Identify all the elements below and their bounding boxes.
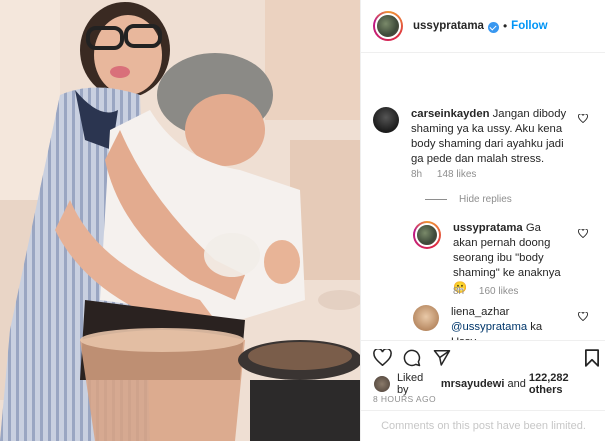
post-timestamp[interactable]: 8 HOURS AGO	[373, 394, 436, 404]
hide-replies-toggle[interactable]: Hide replies	[425, 194, 512, 205]
hide-replies-label: Hide replies	[459, 194, 512, 205]
follow-button[interactable]: Follow	[511, 20, 547, 32]
comment-item: carseinkayden Jangan dibody shaming ya k…	[373, 107, 573, 167]
reply-username[interactable]: ussypratama	[453, 222, 523, 234]
comment-meta: 8h 148 likes	[411, 169, 488, 180]
likes-count[interactable]: 122,282 others	[529, 372, 605, 396]
likes-middle: and	[507, 378, 526, 390]
commenter-avatar[interactable]	[373, 107, 399, 133]
reply-author-avatar[interactable]	[413, 221, 441, 249]
author-username[interactable]: ussypratama	[413, 20, 484, 32]
reply-item: ussypratama Ga akan pernah doong seorang…	[413, 221, 567, 296]
comment-text-block: carseinkayden Jangan dibody shaming ya k…	[411, 107, 573, 167]
reply-time: 8h	[453, 286, 465, 297]
commenter-username[interactable]: liena_azhar	[451, 306, 509, 318]
comment-text-block: liena_azhar @ussypratama ka Ussy	[451, 305, 569, 340]
post-sidebar: ussypratama • Follow carseinkayden Janga…	[360, 0, 605, 441]
instagram-post: ussypratama • Follow carseinkayden Janga…	[0, 0, 605, 441]
post-photo[interactable]	[0, 0, 360, 441]
author-avatar[interactable]	[373, 11, 403, 41]
comment-likes[interactable]: 148 likes	[437, 169, 476, 180]
comments-limited-notice: Comments on this post have been limited.	[361, 410, 605, 442]
share-paper-plane-icon[interactable]	[433, 349, 451, 366]
hide-replies-line	[425, 199, 447, 200]
verified-badge-icon	[487, 21, 499, 33]
like-reply-heart-icon[interactable]	[578, 229, 588, 238]
photo-illustration	[0, 0, 360, 441]
save-bookmark-icon[interactable]	[585, 349, 599, 367]
comment-item: liena_azhar @ussypratama ka Ussy	[413, 305, 569, 340]
post-header: ussypratama • Follow	[361, 0, 605, 53]
like-comment-heart-icon[interactable]	[578, 312, 588, 321]
likes-summary: Liked by mrsayudewi and 122,282 others	[373, 372, 605, 396]
comment-time: 8h	[411, 169, 423, 180]
comment-mention[interactable]: @ussypratama	[451, 321, 527, 333]
likes-prefix: Liked by	[396, 372, 424, 396]
action-bar	[361, 340, 605, 375]
comment-bubble-icon[interactable]	[403, 349, 421, 367]
reply-text-block: ussypratama Ga akan pernah doong seorang…	[453, 221, 567, 296]
commenter-avatar[interactable]	[413, 305, 439, 331]
commenter-username[interactable]: carseinkayden	[411, 108, 490, 120]
separator-dot: •	[502, 19, 508, 33]
liker-username[interactable]: mrsayudewi	[441, 378, 505, 390]
reply-meta: 8h 160 likes	[453, 286, 530, 297]
comments-list[interactable]: carseinkayden Jangan dibody shaming ya k…	[361, 52, 605, 340]
reply-likes[interactable]: 160 likes	[479, 286, 518, 297]
liker-avatar[interactable]	[373, 375, 391, 393]
like-heart-icon[interactable]	[373, 349, 392, 366]
like-comment-heart-icon[interactable]	[578, 114, 588, 123]
